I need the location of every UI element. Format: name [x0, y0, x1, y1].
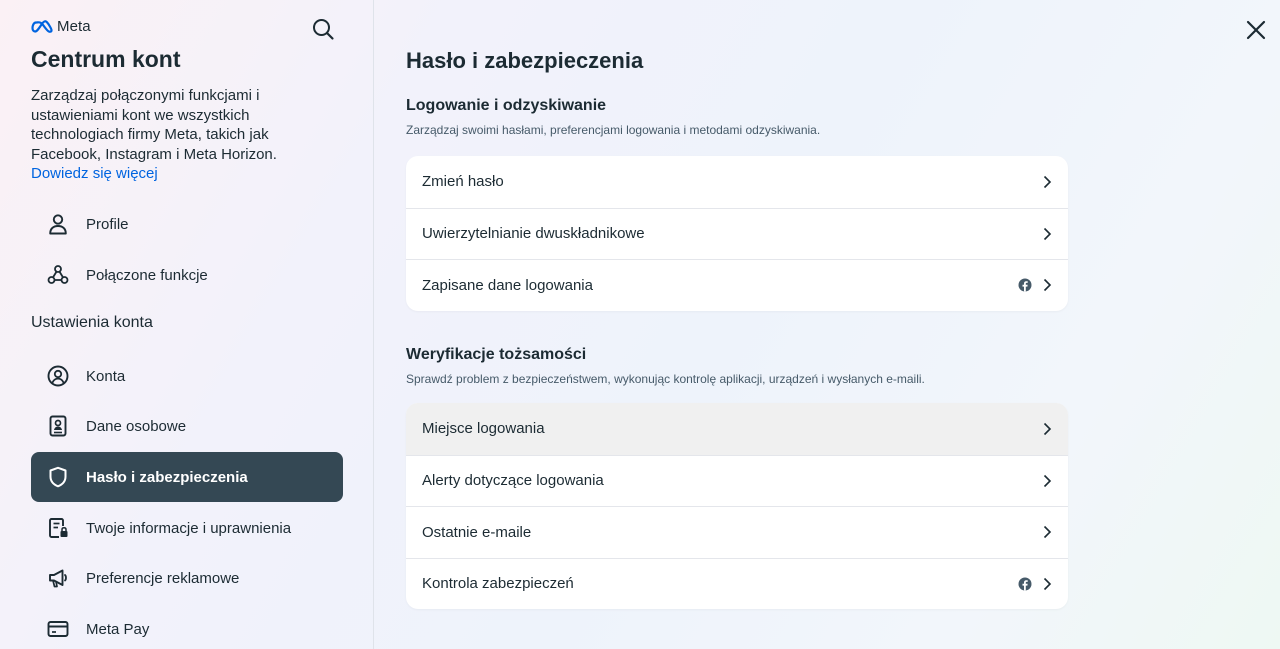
sidebar-item-personal-data[interactable]: Dane osobowe [31, 401, 343, 451]
identity-checks-card: Miejsce logowania Alerty dotyczące logow… [406, 403, 1068, 609]
row-label: Zapisane dane logowania [422, 276, 593, 294]
sidebar-description-text: Zarządzaj połączonymi funkcjami i ustawi… [31, 87, 277, 163]
row-recent-emails[interactable]: Ostatnie e-maile [406, 506, 1068, 558]
row-two-factor-auth[interactable]: Uwierzytelnianie dwuskładnikowe [406, 207, 1068, 260]
facebook-icon [1018, 577, 1032, 591]
close-icon [1246, 20, 1266, 40]
shield-icon [46, 465, 70, 489]
meta-logo-text: Meta [57, 18, 91, 35]
megaphone-icon [46, 566, 70, 590]
chevron-right-icon [1042, 175, 1052, 189]
user-icon [46, 212, 70, 236]
sidebar-item-password-security[interactable]: Hasło i zabezpieczenia [31, 452, 343, 502]
close-button[interactable] [1244, 18, 1268, 42]
row-label: Ostatnie e-maile [422, 523, 532, 541]
chevron-right-icon [1042, 227, 1052, 241]
account-settings-heading: Ustawienia konta [31, 314, 153, 331]
chevron-right-icon [1042, 422, 1052, 436]
sidebar-item-label: Preferencje reklamowe [86, 569, 240, 587]
connected-nodes-icon [46, 263, 70, 287]
sidebar-item-label: Twoje informacje i uprawnienia [86, 519, 292, 537]
sidebar-item-meta-pay[interactable]: Meta Pay [31, 604, 343, 649]
learn-more-link[interactable]: Dowiedz się więcej [31, 164, 321, 184]
sidebar-item-label: Profile [86, 215, 129, 233]
section-description-identity-checks: Sprawdź problem z bezpieczeństwem, wykon… [406, 372, 925, 386]
sidebar: Meta Centrum kont Zarządzaj połączonymi … [0, 0, 374, 649]
sidebar-item-label: Meta Pay [86, 620, 150, 638]
sidebar-item-label: Konta [86, 367, 126, 385]
chevron-right-icon [1042, 577, 1052, 591]
row-saved-login[interactable]: Zapisane dane logowania [406, 259, 1068, 311]
sidebar-item-connected-features[interactable]: Połączone funkcje [31, 250, 343, 300]
credit-card-icon [46, 617, 70, 641]
section-description-login-recovery: Zarządzaj swoimi hasłami, preferencjami … [406, 123, 821, 137]
row-label: Uwierzytelnianie dwuskładnikowe [422, 225, 645, 243]
sidebar-item-label: Hasło i zabezpieczenia [86, 468, 248, 486]
document-lock-icon [46, 516, 70, 540]
row-label: Kontrola zabezpieczeń [422, 575, 574, 593]
sidebar-title: Centrum kont [31, 46, 181, 72]
chevron-right-icon [1042, 525, 1052, 539]
sidebar-item-accounts[interactable]: Konta [31, 351, 343, 401]
meta-infinity-icon [31, 19, 53, 33]
login-recovery-card: Zmień hasło Uwierzytelnianie dwuskładnik… [406, 156, 1068, 311]
section-heading-login-recovery: Logowanie i odzyskiwanie [406, 97, 607, 114]
sidebar-item-your-info-permissions[interactable]: Twoje informacje i uprawnienia [31, 503, 343, 553]
sidebar-item-profile[interactable]: Profile [31, 199, 343, 249]
meta-logo: Meta [31, 18, 91, 35]
section-heading-identity-checks: Weryfikacje tożsamości [406, 346, 587, 363]
row-security-checkup[interactable]: Kontrola zabezpieczeń [406, 557, 1068, 610]
sidebar-item-ad-preferences[interactable]: Preferencje reklamowe [31, 553, 343, 603]
row-label: Alerty dotyczące logowania [422, 472, 604, 490]
page-title: Hasło i zabezpieczenia [406, 48, 644, 73]
row-login-location[interactable]: Miejsce logowania [406, 403, 1068, 455]
sidebar-item-label: Dane osobowe [86, 417, 187, 435]
chevron-right-icon [1042, 474, 1052, 488]
chevron-right-icon [1042, 278, 1052, 292]
id-card-icon [46, 414, 70, 438]
row-login-alerts[interactable]: Alerty dotyczące logowania [406, 454, 1068, 507]
search-icon [313, 19, 334, 40]
row-change-password[interactable]: Zmień hasło [406, 156, 1068, 208]
account-circle-icon [46, 364, 70, 388]
facebook-icon [1018, 278, 1032, 292]
sidebar-item-label: Połączone funkcje [86, 266, 208, 284]
sidebar-description: Zarządzaj połączonymi funkcjami i ustawi… [31, 86, 321, 184]
search-button[interactable] [310, 16, 336, 42]
row-label: Zmień hasło [422, 173, 504, 191]
row-label: Miejsce logowania [422, 420, 545, 438]
